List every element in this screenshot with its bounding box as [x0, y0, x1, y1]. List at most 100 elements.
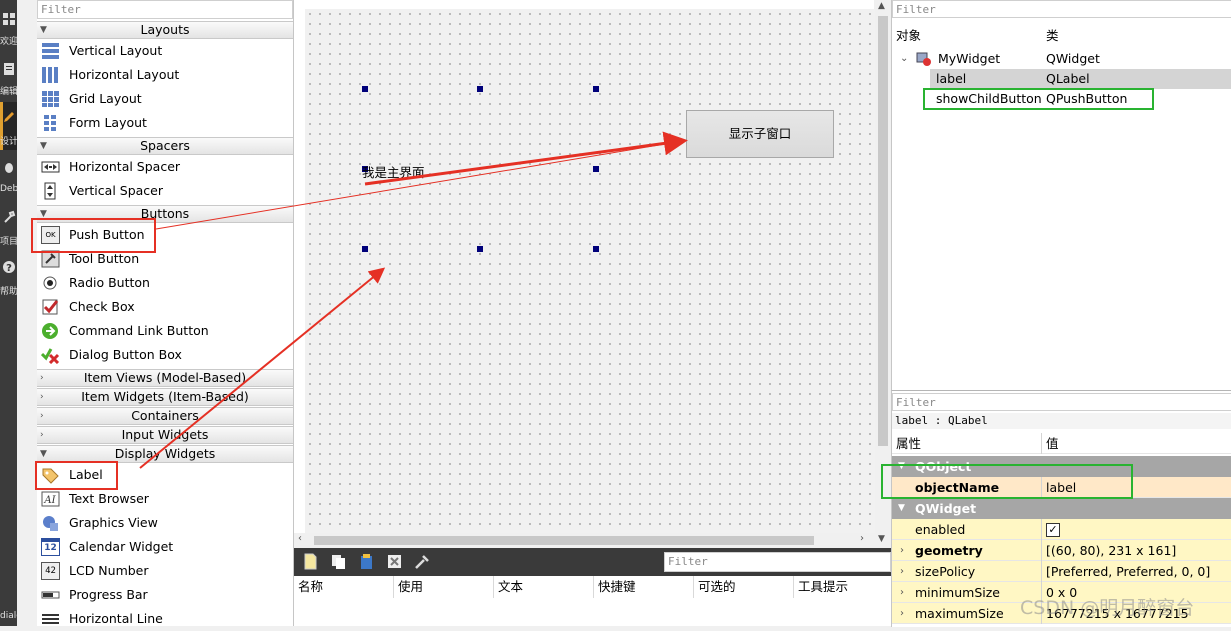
widget-item-check-box[interactable]: Check Box [37, 295, 293, 319]
object-filter-input[interactable]: Filter [892, 0, 1231, 18]
mode-label: 设计 [0, 137, 17, 147]
property-row-geometry[interactable]: › geometry [(60, 80), 231 x 161] [892, 540, 1231, 561]
widget-item-vertical-layout[interactable]: Vertical Layout [37, 39, 293, 63]
scroll-thumb[interactable] [314, 536, 814, 545]
property-filter-input[interactable]: Filter [892, 393, 1231, 411]
chevron-right-icon[interactable]: › [900, 561, 904, 582]
form-canvas[interactable] [305, 9, 875, 534]
action-filter-input[interactable]: Filter [664, 552, 891, 572]
column-header[interactable]: 工具提示 [794, 576, 891, 598]
chevron-right-icon[interactable]: › [900, 540, 904, 561]
selection-handle[interactable] [593, 86, 599, 92]
column-divider [1041, 540, 1042, 561]
widget-item-command-link-button[interactable]: Command Link Button [37, 319, 293, 343]
scroll-down-icon[interactable]: ▼ [878, 534, 885, 544]
form-push-button-widget[interactable]: 显示子窗口 [686, 110, 834, 158]
widget-item-label: Radio Button [69, 275, 150, 290]
selection-handle[interactable] [593, 246, 599, 252]
category-layouts[interactable]: ▼ Layouts [37, 21, 293, 39]
column-header[interactable]: 使用 [394, 576, 494, 598]
new-action-icon[interactable] [302, 553, 319, 570]
property-group-label: QWidget [915, 501, 977, 516]
mode-projects[interactable]: 项目 [0, 202, 17, 250]
widget-item-horizontal-spacer[interactable]: Horizontal Spacer [37, 155, 293, 179]
property-editor: Filter label : QLabel 属性 值 ▼ QObject obj… [891, 390, 1231, 627]
selection-handle[interactable] [593, 166, 599, 172]
category-item-views[interactable]: › Item Views (Model-Based) [37, 369, 293, 387]
object-class: QWidget [1046, 51, 1100, 66]
widget-item-graphics-view[interactable]: Graphics View [37, 511, 293, 535]
scroll-thumb[interactable] [878, 16, 888, 446]
selection-handle[interactable] [362, 246, 368, 252]
enabled-checkbox[interactable]: ✓ [1046, 523, 1060, 537]
scroll-left-icon[interactable]: ‹ [298, 533, 302, 544]
widget-item-form-layout[interactable]: Form Layout [37, 111, 293, 135]
property-row-enabled[interactable]: enabled ✓ [892, 519, 1231, 540]
wrench-icon[interactable] [414, 553, 431, 570]
chevron-right-icon: › [40, 392, 44, 402]
horizontal-scrollbar[interactable]: ‹ › [294, 533, 875, 548]
widget-item-calendar-widget[interactable]: 12 Calendar Widget [37, 535, 293, 559]
wrench-icon [3, 210, 15, 223]
delete-icon[interactable] [386, 553, 403, 570]
column-header[interactable]: 名称 [294, 576, 394, 598]
widget-item-lcd-number[interactable]: 42 LCD Number [37, 559, 293, 583]
copy-icon[interactable] [330, 553, 347, 570]
category-label: Item Views (Model-Based) [83, 370, 247, 385]
annotation-box-push-button [31, 218, 156, 253]
paste-icon[interactable] [358, 553, 375, 570]
category-item-widgets[interactable]: › Item Widgets (Item-Based) [37, 388, 293, 406]
property-group-qwidget[interactable]: ▼ QWidget [892, 498, 1231, 519]
chevron-right-icon[interactable]: › [900, 603, 904, 624]
selection-handle[interactable] [477, 246, 483, 252]
widget-item-horizontal-layout[interactable]: Horizontal Layout [37, 63, 293, 87]
svg-text:AI: AI [43, 495, 56, 506]
column-divider [1041, 519, 1042, 540]
object-tree-row[interactable]: ⌄ MyWidget QWidget [892, 49, 1231, 69]
column-header[interactable]: 可选的 [694, 576, 794, 598]
property-row-sizepolicy[interactable]: › sizePolicy [Preferred, Preferred, 0, 0… [892, 561, 1231, 582]
mode-help[interactable]: ? 帮助 [0, 252, 17, 300]
category-input-widgets[interactable]: › Input Widgets [37, 426, 293, 444]
object-tree-row-selected[interactable]: label QLabel [930, 69, 1231, 89]
bug-icon [4, 163, 13, 173]
chevron-down-icon: ▼ [40, 449, 47, 459]
property-value[interactable]: [Preferred, Preferred, 0, 0] [1046, 561, 1210, 582]
column-header[interactable]: 文本 [494, 576, 594, 598]
widget-item-text-browser[interactable]: AI Text Browser [37, 487, 293, 511]
widget-item-horizontal-line[interactable]: Horizontal Line [37, 607, 293, 631]
mode-edit[interactable]: 编辑 [0, 52, 17, 100]
mode-design[interactable]: 设计 [0, 102, 17, 150]
category-spacers[interactable]: ▼ Spacers [37, 137, 293, 155]
widget-item-label: Horizontal Spacer [69, 159, 181, 174]
widget-object-icon [916, 52, 931, 66]
widget-item-label: Progress Bar [69, 587, 148, 602]
widget-item-vertical-spacer[interactable]: Vertical Spacer [37, 179, 293, 203]
mode-label: 项目 [0, 237, 17, 247]
widget-item-progress-bar[interactable]: Progress Bar [37, 583, 293, 607]
widget-item-grid-layout[interactable]: Grid Layout [37, 87, 293, 111]
scroll-up-icon[interactable]: ▲ [878, 1, 885, 11]
widget-filter-input[interactable]: Filter [37, 0, 293, 19]
progress-bar-icon [41, 591, 60, 599]
property-value[interactable]: [(60, 80), 231 x 161] [1046, 540, 1176, 561]
form-label-widget[interactable]: 我是主界面 [362, 162, 425, 181]
mode-welcome[interactable]: 欢迎 [0, 0, 17, 48]
chevron-down-icon[interactable]: ⌄ [900, 49, 908, 69]
chevron-right-icon[interactable]: › [900, 582, 904, 603]
pencil-icon [3, 112, 14, 122]
scroll-right-icon[interactable]: › [860, 533, 864, 544]
category-containers[interactable]: › Containers [37, 407, 293, 425]
widget-item-radio-button[interactable]: Radio Button [37, 271, 293, 295]
selection-handle[interactable] [477, 86, 483, 92]
chevron-down-icon: ▼ [898, 503, 905, 513]
mode-bottom-target[interactable]: dialog1 [0, 608, 17, 626]
column-divider [1041, 561, 1042, 582]
column-header[interactable]: 快捷键 [594, 576, 694, 598]
category-label: Item Widgets (Item-Based) [81, 389, 249, 404]
chevron-right-icon: › [40, 411, 44, 421]
widget-item-dialog-button-box[interactable]: Dialog Button Box [37, 343, 293, 367]
horizontal-layout-icon [42, 67, 58, 83]
selection-handle[interactable] [362, 86, 368, 92]
mode-debug[interactable]: Debug [0, 152, 17, 200]
